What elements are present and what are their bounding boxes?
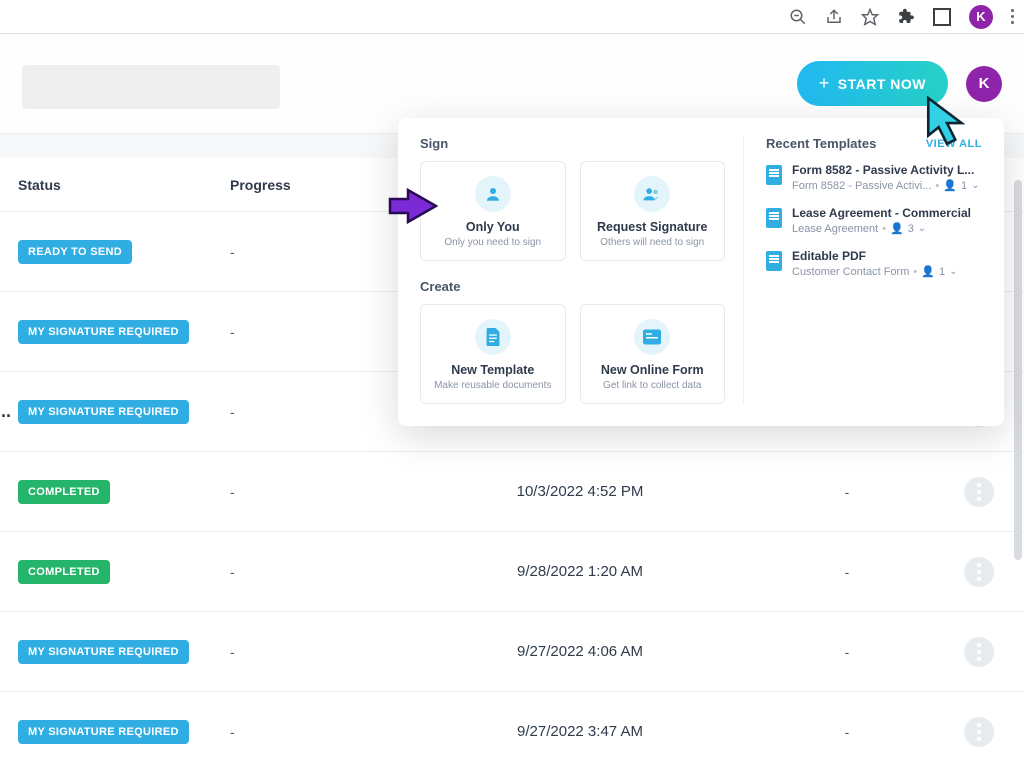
progress-cell: - (230, 724, 430, 740)
status-badge: MY SIGNATURE REQUIRED (18, 640, 189, 664)
bookmark-star-icon[interactable] (861, 8, 879, 26)
progress-cell: - (230, 644, 430, 660)
document-icon (766, 208, 782, 228)
date-cell: 9/27/2022 3:47 AM (430, 723, 730, 740)
start-now-popover: Sign Only You Only you need to sign Requ… (398, 118, 1004, 426)
date-cell: 10/3/2022 4:52 PM (430, 483, 730, 500)
start-now-label: START NOW (838, 76, 926, 92)
date-cell: 9/28/2022 1:20 AM (430, 563, 730, 580)
progress-cell: - (230, 484, 430, 500)
recent-template-item[interactable]: Editable PDF Customer Contact Form • 👤1 ⌄ (766, 249, 982, 278)
document-icon (766, 251, 782, 271)
browser-chrome-bar: K (0, 0, 1024, 34)
app-profile-avatar[interactable]: K (966, 66, 1002, 102)
header-placeholder (22, 65, 280, 109)
card-request-signature[interactable]: Request Signature Others will need to si… (580, 161, 726, 261)
browser-profile-avatar[interactable]: K (969, 5, 993, 29)
card-online-sub: Get link to collect data (589, 380, 717, 391)
extensions-icon[interactable] (897, 8, 915, 26)
card-new-template[interactable]: New Template Make reusable documents (420, 304, 566, 404)
template-title: Editable PDF (792, 249, 982, 263)
table-row[interactable]: COMPLETED -9/28/2022 1:20 AM- (0, 532, 1024, 612)
template-title: Lease Agreement - Commercial (792, 206, 982, 220)
row-prefix-ellipsis: ... (0, 401, 11, 422)
extra-cell: - (730, 564, 964, 580)
template-meta: Customer Contact Form • 👤1 ⌄ (792, 265, 982, 278)
document-icon (475, 319, 511, 355)
recent-templates-heading: Recent Templates (766, 136, 876, 151)
reader-mode-icon[interactable] (933, 8, 951, 26)
card-only-you[interactable]: Only You Only you need to sign (420, 161, 566, 261)
status-badge: READY TO SEND (18, 240, 132, 264)
card-online-title: New Online Form (589, 363, 717, 377)
template-meta: Lease Agreement • 👤3 ⌄ (792, 222, 982, 235)
date-cell: 9/27/2022 4:06 AM (430, 643, 730, 660)
card-only-you-title: Only You (429, 220, 557, 234)
plus-icon: + (819, 73, 830, 94)
extra-cell: - (730, 724, 964, 740)
row-menu-button[interactable] (964, 557, 994, 587)
status-badge: COMPLETED (18, 560, 110, 584)
card-only-you-sub: Only you need to sign (429, 237, 557, 248)
template-meta: Form 8582 - Passive Activi... • 👤1 ⌄ (792, 179, 982, 192)
column-status[interactable]: Status (0, 177, 230, 193)
recent-templates-list: Form 8582 - Passive Activity L... Form 85… (766, 163, 982, 278)
recent-template-item[interactable]: Form 8582 - Passive Activity L... Form 85… (766, 163, 982, 192)
status-badge: COMPLETED (18, 480, 110, 504)
status-badge: MY SIGNATURE REQUIRED (18, 720, 189, 744)
annotation-arrow-icon (380, 186, 438, 226)
person-icon (475, 176, 511, 212)
card-new-online-form[interactable]: New Online Form Get link to collect data (580, 304, 726, 404)
extra-cell: - (730, 644, 964, 660)
popover-sign-heading: Sign (420, 136, 725, 151)
status-badge: MY SIGNATURE REQUIRED (18, 320, 189, 344)
status-badge: MY SIGNATURE REQUIRED (18, 400, 189, 424)
template-title: Form 8582 - Passive Activity L... (792, 163, 982, 177)
scrollbar[interactable] (1014, 180, 1022, 560)
row-menu-button[interactable] (964, 717, 994, 747)
card-template-title: New Template (429, 363, 557, 377)
popover-create-heading: Create (420, 279, 725, 294)
document-icon (766, 165, 782, 185)
extra-cell: - (730, 484, 964, 500)
table-row[interactable]: MY SIGNATURE REQUIRED -9/27/2022 4:06 AM- (0, 612, 1024, 692)
row-menu-button[interactable] (964, 477, 994, 507)
annotation-cursor-icon (926, 96, 968, 148)
share-icon[interactable] (825, 8, 843, 26)
zoom-out-icon[interactable] (789, 8, 807, 26)
progress-cell: - (230, 564, 430, 580)
people-icon (634, 176, 670, 212)
browser-menu-icon[interactable] (1011, 9, 1014, 24)
card-template-sub: Make reusable documents (429, 380, 557, 391)
recent-template-item[interactable]: Lease Agreement - Commercial Lease Agreem… (766, 206, 982, 235)
row-menu-button[interactable] (964, 637, 994, 667)
card-request-sub: Others will need to sign (589, 237, 717, 248)
form-icon (634, 319, 670, 355)
card-request-title: Request Signature (589, 220, 717, 234)
table-row[interactable]: MY SIGNATURE REQUIRED -9/27/2022 3:47 AM- (0, 692, 1024, 768)
table-row[interactable]: COMPLETED -10/3/2022 4:52 PM- (0, 452, 1024, 532)
